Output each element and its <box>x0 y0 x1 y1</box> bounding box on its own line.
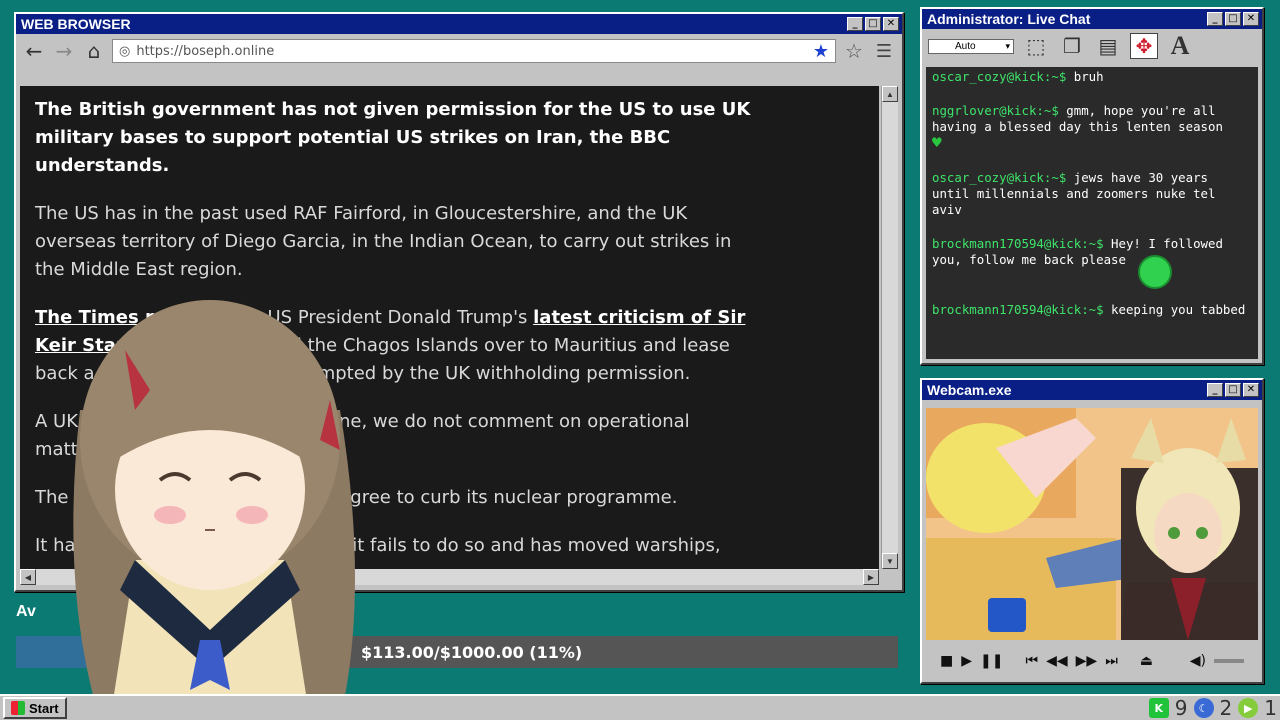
chat-username: oscar_cozy@kick:~$ <box>932 170 1067 185</box>
article-lead: The British government has not given per… <box>35 99 751 176</box>
live-chat-window: Administrator: Live Chat _ □ ✕ Auto ⬚ ❐ … <box>920 7 1264 365</box>
bookmark-star-icon[interactable]: ★ <box>813 41 829 62</box>
scroll-right-button[interactable]: ▶ <box>863 569 879 585</box>
chat-toolbar: Auto ⬚ ❐ ▤ ✥ A <box>922 29 1262 63</box>
browser-titlebar[interactable]: WEB BROWSER _ □ ✕ <box>16 14 902 34</box>
moon-icon: ☾ <box>1193 698 1214 718</box>
url-text[interactable]: https://boseph.online <box>136 44 807 59</box>
start-label: Start <box>29 700 59 716</box>
scroll-up-button[interactable]: ▲ <box>882 86 898 102</box>
skip-forward-icon[interactable]: ⏭ <box>1105 653 1118 669</box>
browser-title: WEB BROWSER <box>21 16 131 32</box>
maximize-button[interactable]: □ <box>865 17 881 31</box>
webcam-title: Webcam.exe <box>927 382 1012 398</box>
user-avatar-icon <box>1138 255 1172 289</box>
chat-message: oscar_cozy@kick:~$ jews have 30 years un… <box>932 170 1252 218</box>
rumble-viewer-count: 1 <box>1264 696 1277 720</box>
minimize-button[interactable]: _ <box>1207 12 1223 26</box>
webcam-window: Webcam.exe _ □ ✕ ■ ▶ ❚❚ ⏮ ◀◀ ▶▶ ⏭ ⏏ ◀) <box>920 378 1264 684</box>
rumble-icon: ▶ <box>1238 698 1259 718</box>
chat-message: oscar_cozy@kick:~$ bruh <box>932 69 1252 85</box>
chat-titlebar[interactable]: Administrator: Live Chat _ □ ✕ <box>922 9 1262 29</box>
chat-username: nggrlover@kick:~$ <box>932 103 1059 118</box>
eject-icon[interactable]: ⏏ <box>1140 653 1153 669</box>
chat-username: brockmann170594@kick:~$ <box>932 302 1104 317</box>
chat-text: keeping you tabbed <box>1103 302 1246 317</box>
kick-viewer-count: 9 <box>1174 696 1188 720</box>
chat-log: oscar_cozy@kick:~$ bruh nggrlover@kick:~… <box>926 67 1258 359</box>
chat-username: brockmann170594@kick:~$ <box>932 236 1104 251</box>
webcam-feed <box>926 408 1258 640</box>
browser-navbar: ← → ⌂ ◎ https://boseph.online ★ ☆ ☰ <box>16 34 902 68</box>
maximize-button[interactable]: □ <box>1225 12 1241 26</box>
font-size-select[interactable]: Auto <box>928 38 1014 54</box>
chat-message: brockmann170594@kick:~$ Hey! I followed … <box>932 236 1252 268</box>
article-paragraph: The US has in the past used RAF Fairford… <box>35 203 732 280</box>
font-size-value: Auto <box>955 40 976 52</box>
back-icon[interactable]: ← <box>22 39 46 63</box>
scroll-left-button[interactable]: ◀ <box>20 569 36 585</box>
stop-icon[interactable]: ■ <box>940 653 953 669</box>
forward-icon[interactable]: → <box>52 39 76 63</box>
close-button[interactable]: ✕ <box>1243 12 1259 26</box>
vtuber-avatar <box>40 290 370 720</box>
start-button[interactable]: Start <box>3 697 67 719</box>
select-icon[interactable]: ⬚ <box>1022 33 1050 59</box>
volume-icon[interactable]: ◀) <box>1190 653 1206 669</box>
webcam-image <box>926 408 1258 640</box>
pause-icon[interactable]: ❚❚ <box>980 653 1003 669</box>
globe-icon: ◎ <box>119 43 131 59</box>
copy-icon[interactable]: ❐ <box>1058 33 1086 59</box>
home-icon[interactable]: ⌂ <box>82 39 106 63</box>
clipboard-icon[interactable]: ▤ <box>1094 33 1122 59</box>
system-tray: K 9 ☾ 2 ▶ 1 <box>1148 696 1277 720</box>
play-icon[interactable]: ▶ <box>961 653 972 669</box>
taskbar: Start K 9 ☾ 2 ▶ 1 <box>0 694 1280 720</box>
maximize-button[interactable]: □ <box>1225 383 1241 397</box>
moon-viewer-count: 2 <box>1219 696 1233 720</box>
heart-icon: ♥ <box>932 133 942 152</box>
chat-text: bruh <box>1066 69 1104 84</box>
vertical-scrollbar[interactable]: ▲ ▼ <box>881 86 898 569</box>
close-button[interactable]: ✕ <box>1243 383 1259 397</box>
address-bar[interactable]: ◎ https://boseph.online ★ <box>112 39 836 63</box>
windows-logo-icon <box>11 701 25 715</box>
donation-progress-text: $113.00/$1000.00 (11%) <box>361 642 583 662</box>
donation-label: Av <box>16 603 36 620</box>
close-button[interactable]: ✕ <box>883 17 899 31</box>
font-icon[interactable]: A <box>1166 31 1194 60</box>
kick-icon: K <box>1148 698 1169 718</box>
minimize-button[interactable]: _ <box>847 17 863 31</box>
move-icon[interactable]: ✥ <box>1130 33 1158 59</box>
scroll-down-button[interactable]: ▼ <box>882 553 898 569</box>
menu-icon[interactable]: ☰ <box>872 39 896 63</box>
minimize-button[interactable]: _ <box>1207 383 1223 397</box>
chat-message: nggrlover@kick:~$ gmm, hope you're all h… <box>932 103 1252 152</box>
media-controls: ■ ▶ ❚❚ ⏮ ◀◀ ▶▶ ⏭ ⏏ ◀) <box>926 644 1258 678</box>
chat-title: Administrator: Live Chat <box>927 11 1091 27</box>
skip-back-icon[interactable]: ⏮ <box>1025 653 1038 669</box>
webcam-titlebar[interactable]: Webcam.exe _ □ ✕ <box>922 380 1262 400</box>
fast-forward-icon[interactable]: ▶▶ <box>1076 653 1098 669</box>
chat-message: brockmann170594@kick:~$ keeping you tabb… <box>932 302 1252 318</box>
chat-username: oscar_cozy@kick:~$ <box>932 69 1067 84</box>
rewind-icon[interactable]: ◀◀ <box>1046 653 1068 669</box>
volume-slider[interactable] <box>1214 659 1244 663</box>
favorites-icon[interactable]: ☆ <box>842 39 866 63</box>
